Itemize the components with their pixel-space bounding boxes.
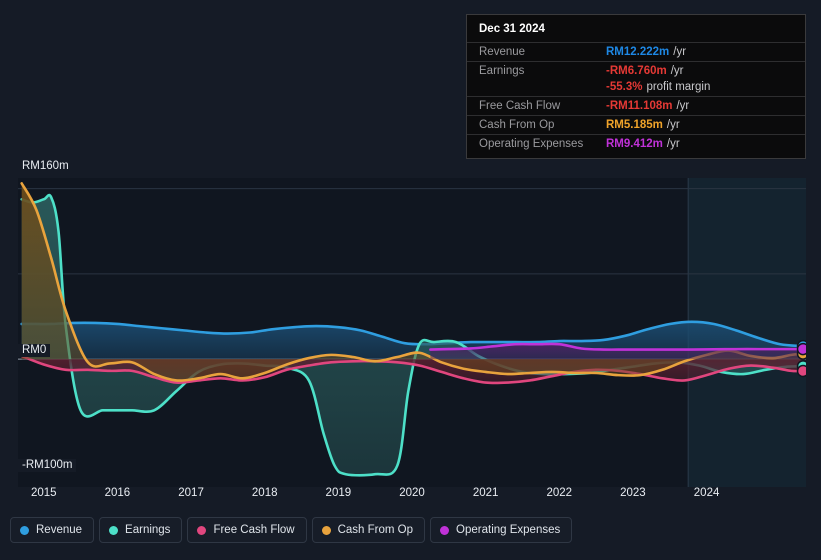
tooltip-row: Operating Expenses RM9.412m/yr [467,134,805,153]
tooltip-row-unit: /yr [673,46,687,58]
x-axis-tick-label: 2020 [399,487,425,499]
legend-item-earnings[interactable]: Earnings [99,517,183,543]
legend-item-label: Free Cash Flow [213,524,295,536]
chart-plot-area[interactable] [18,178,806,487]
data-tooltip-panel: Dec 31 2024 Revenue RM12.222m/yr Earnings -… [466,14,806,159]
y-axis-label-zero: RM0 [16,344,51,357]
tooltip-row-unit: /yr [666,138,680,150]
tooltip-row: Revenue RM12.222m/yr [467,42,805,61]
x-axis-tick-label: 2015 [30,487,57,499]
endpoint-marker-free-cash-flow [796,364,806,378]
tooltip-row-value: RM5.185m [606,119,663,131]
x-axis-tick-label: 2019 [325,487,352,499]
tooltip-row-unit: profit margin [646,81,711,93]
tooltip-row-unit: /yr [670,65,684,77]
tooltip-row-label: Earnings [479,65,525,77]
tooltip-row: Earnings -RM6.760m/yr [467,61,805,80]
x-axis-tick-label: 2017 [178,487,204,499]
x-axis-tick-label: 2016 [104,487,131,499]
legend-item-free-cash-flow[interactable]: Free Cash Flow [187,517,307,543]
tooltip-row-unit: /yr [676,100,690,112]
financial-chart-screen: RM160m RM0 -RM100m 2015 2016 2017 2018 2019 2… [0,0,821,560]
legend-color-dot-icon [20,525,29,535]
y-axis-label-top: RM160m [16,160,73,173]
tooltip-row-label: Cash From Op [479,119,555,131]
tooltip-row: -55.3% profit margin [467,80,805,96]
legend-item-cash-from-op[interactable]: Cash From Op [311,517,426,543]
legend-item-label: Cash From Op [337,524,414,536]
chart-canvas [18,178,806,487]
legend-item-label: Revenue [36,524,83,536]
x-axis-tick-label: 2021 [472,487,499,499]
tooltip-row: Free Cash Flow -RM11.108m/yr [467,96,805,115]
x-axis: 2015 2016 2017 2018 2019 2020 2021 2022 2023 2024 [18,487,806,507]
legend-color-dot-icon [197,525,207,535]
tooltip-row-value: -55.3% [606,81,643,93]
tooltip-row-value: RM12.222m [606,46,670,58]
legend-color-dot-icon [440,525,450,535]
legend-item-revenue[interactable]: Revenue [10,517,95,543]
x-axis-tick-label: 2024 [693,487,720,499]
tooltip-row-label: Revenue [479,46,526,58]
tooltip-row-label: Operating Expenses [479,138,584,150]
legend-item-label: Operating Expenses [456,524,561,536]
tooltip-row-label: Free Cash Flow [479,100,561,112]
tooltip-row: Cash From Op RM5.185m/yr [467,115,805,134]
x-axis-tick-label: 2018 [251,487,278,499]
tooltip-row-unit: /yr [666,119,680,131]
legend-item-label: Earnings [125,524,171,536]
legend-item-operating-expenses[interactable]: Operating Expenses [430,517,573,543]
legend-color-dot-icon [321,525,331,535]
tooltip-row-value: RM9.412m [606,138,663,150]
endpoint-marker-operating-expenses [796,342,806,356]
x-axis-tick-label: 2023 [620,487,646,499]
x-axis-tick-label: 2022 [546,487,573,499]
tooltip-rows: Revenue RM12.222m/yr Earnings -RM6.760m/yr -… [467,42,805,153]
y-axis-label-bottom: -RM100m [16,459,77,472]
tooltip-row-value: -RM6.760m [606,65,667,77]
chart-legend[interactable]: Revenue Earnings Free Cash Flow Cash From O… [10,517,573,543]
tooltip-date: Dec 31 2024 [479,23,545,35]
legend-color-dot-icon [109,525,119,535]
tooltip-row-value: -RM11.108m [606,100,673,112]
